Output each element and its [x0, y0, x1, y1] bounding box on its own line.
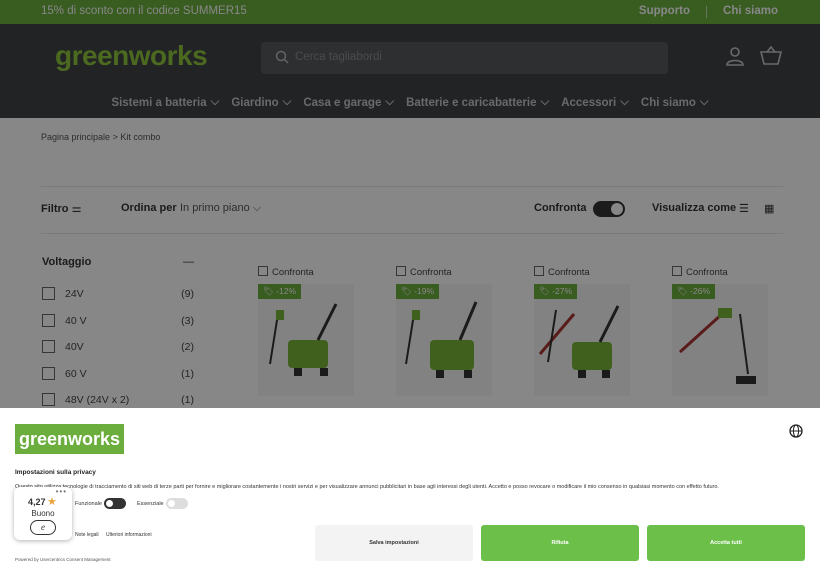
save-settings-button[interactable]: Salva impostazioni: [315, 525, 473, 561]
more-icon[interactable]: •••: [56, 487, 67, 496]
star-icon: ★: [47, 496, 57, 508]
consent-title: Impostazioni sulla privacy: [15, 469, 96, 476]
reject-button[interactable]: Rifiuta: [481, 525, 639, 561]
cookie-consent-panel: greenworks Impostazioni sulla privacy Qu…: [0, 408, 820, 577]
rating-widget[interactable]: ••• 4,27 ★ Buono e: [14, 487, 72, 540]
powered-by: Powered by Usercentrics Consent Manageme…: [15, 557, 111, 562]
essential-label: Essenziale: [137, 501, 164, 507]
legal-notes-link[interactable]: Note legali: [75, 532, 99, 538]
more-info-link[interactable]: Ulteriori informazioni: [106, 532, 152, 538]
essential-toggle: [166, 498, 188, 509]
modal-backdrop: [0, 0, 820, 408]
language-globe-icon[interactable]: [789, 424, 803, 438]
functional-label: Funzionale: [75, 501, 102, 507]
accept-all-button[interactable]: Accetta tutti: [647, 525, 805, 561]
trusted-shops-icon: e: [30, 520, 56, 535]
rating-label: Buono: [31, 509, 55, 518]
consent-logo: greenworks: [15, 424, 124, 454]
functional-toggle[interactable]: [104, 498, 126, 509]
consent-description: Questo sito utilizza tecnologie di tracc…: [15, 484, 719, 490]
rating-score: 4,27: [28, 497, 46, 507]
